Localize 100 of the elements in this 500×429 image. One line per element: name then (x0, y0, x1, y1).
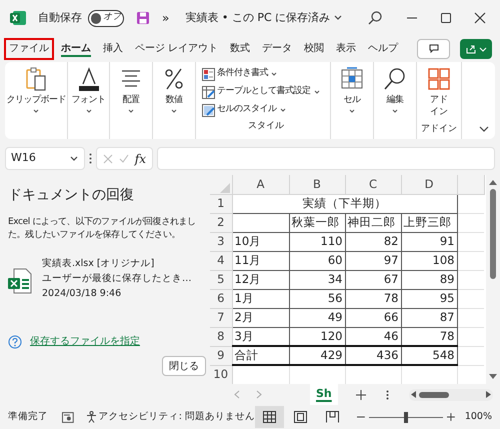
view-button[interactable] (254, 406, 284, 428)
scroll-down-icon[interactable] (489, 374, 497, 380)
zoom-level[interactable]: 100% (464, 410, 492, 424)
autosave-toggle[interactable]: オフ (88, 10, 124, 26)
accessibility-button[interactable]: アクセシビリティ: 問題ありません (86, 410, 255, 424)
save-icon[interactable] (136, 11, 150, 25)
close-icon[interactable] (474, 12, 486, 24)
scroll-left-icon[interactable] (410, 391, 416, 398)
table-cell: 110 (289, 232, 345, 251)
table-cell: 108 (401, 251, 457, 270)
caret-icon (69, 154, 79, 164)
document-title[interactable]: 実績表 • この PC に保存済み (185, 10, 344, 26)
styles-menu-button[interactable]: 条件付き書式 (202, 65, 278, 83)
add-ins-button[interactable]: アドイン (426, 66, 452, 118)
table-cell: 95 (401, 289, 457, 308)
row-header[interactable]: 10 (210, 365, 232, 384)
cell-style-icon (202, 104, 215, 116)
table-cell: 89 (401, 270, 457, 289)
caret-icon (312, 88, 320, 96)
maximize-icon[interactable] (440, 12, 452, 24)
name-box[interactable]: W16 (5, 147, 85, 170)
ribbon-tab[interactable]: ファイル (4, 38, 54, 60)
table-cell: 上野三郎 (401, 213, 457, 232)
table-cell: 34 (289, 270, 345, 289)
conditional-format-icon (202, 68, 215, 80)
column-header[interactable]: A (232, 175, 289, 194)
styles-menu-button[interactable]: セルのスタイル (202, 101, 286, 119)
ribbon-tab[interactable]: 表示 (331, 38, 362, 60)
scroll-up-icon[interactable] (489, 179, 497, 185)
collapse-ribbon-icon[interactable] (479, 125, 489, 133)
table-cell: 87 (401, 308, 457, 327)
table-cell: 秋葉一郎 (289, 213, 345, 232)
status-text: 準備完了 (8, 410, 48, 424)
table-cell: 10月 (232, 232, 289, 251)
column-header[interactable]: D (401, 175, 457, 194)
table-cell: 2月 (232, 308, 289, 327)
row-header[interactable]: 1 (210, 194, 232, 213)
group-label: スタイル (248, 120, 284, 133)
cells-button[interactable]: セル (337, 66, 367, 116)
row-header[interactable]: 2 (210, 213, 232, 232)
ribbon-tab[interactable]: 校閲 (299, 38, 330, 60)
column-header[interactable]: B (289, 175, 345, 194)
ribbon-tab[interactable]: 数式 (225, 38, 256, 60)
row-header[interactable]: 6 (210, 289, 232, 308)
file-name: 実績表.xlsx [オリジナル] (42, 257, 156, 271)
font-button[interactable]: フォント (70, 66, 108, 116)
table-cell: 56 (289, 289, 345, 308)
editing-button[interactable]: 編集 (380, 66, 410, 116)
zoom-in-icon[interactable] (447, 413, 455, 421)
excel-logo-icon (10, 10, 26, 26)
close-button[interactable]: 閉じる (162, 356, 206, 376)
ribbon-tab[interactable]: ページ レイアウト (130, 38, 224, 60)
table-cell: 429 (289, 346, 345, 366)
formula-input[interactable] (157, 147, 495, 170)
share-button[interactable] (460, 38, 492, 58)
table-cell: 548 (401, 346, 457, 366)
caret-icon (270, 70, 278, 78)
row-header[interactable]: 5 (210, 270, 232, 289)
ribbon-tab[interactable]: データ (257, 38, 298, 60)
file-date: 2024/03/18 9:46 (42, 287, 122, 301)
scroll-right-icon[interactable] (486, 391, 491, 398)
horizontal-scrollbar[interactable] (408, 388, 493, 400)
clipboard-button[interactable]: クリップボード (4, 66, 68, 116)
comments-button[interactable] (417, 38, 450, 58)
recovery-message: Excel によって、以下のファイルが回復されました。残したいファイルを保存してください。 (8, 216, 197, 242)
ribbon-tab[interactable]: ヘルプ (363, 38, 404, 60)
recovered-file-item[interactable]: 実績表.xlsx [オリジナル] ユーザーが最後に保存したとき… 2024/03/18 9:46 (8, 256, 206, 301)
add-sheet-icon[interactable] (356, 390, 366, 400)
sheet-tab[interactable]: Sh (310, 384, 338, 405)
row-header[interactable]: 7 (210, 308, 232, 327)
table-cell: 78 (345, 289, 401, 308)
table-cell: 11月 (232, 251, 289, 270)
insert-function-button[interactable]: fx (134, 150, 146, 168)
more-commands-button[interactable]: » (162, 9, 170, 27)
alignment-button[interactable]: 配置 (116, 66, 146, 116)
row-header[interactable]: 9 (210, 346, 232, 366)
table-format-icon (202, 86, 215, 98)
ribbon-tab[interactable]: 挿入 (98, 38, 128, 60)
slider-thumb[interactable] (404, 412, 408, 422)
styles-menu-button[interactable]: テーブルとして書式設定 (202, 83, 320, 101)
more-icon[interactable] (89, 153, 92, 164)
help-link[interactable]: 保存するファイルを指定 (30, 334, 140, 349)
scrollbar-thumb[interactable] (418, 392, 449, 398)
search-icon[interactable] (368, 11, 382, 25)
row-header[interactable]: 8 (210, 327, 232, 346)
more-icon[interactable] (386, 390, 389, 400)
row-header[interactable]: 3 (210, 232, 232, 251)
table-cell: 合計 (232, 346, 289, 366)
table-cell: 12月 (232, 270, 289, 289)
number-format-button[interactable]: 数値 (159, 66, 189, 116)
scrollbar-thumb[interactable] (490, 189, 496, 279)
row-header[interactable]: 4 (210, 251, 232, 270)
pane-title: ドキュメントの回復 (8, 186, 135, 205)
ribbon-tab[interactable]: ホーム (56, 38, 96, 60)
zoom-slider[interactable] (368, 411, 444, 423)
table-cell: 60 (289, 251, 345, 270)
column-header[interactable]: C (345, 175, 401, 194)
macro-icon[interactable] (62, 412, 74, 422)
caret-icon (478, 44, 486, 52)
table-cell: 91 (401, 232, 457, 251)
